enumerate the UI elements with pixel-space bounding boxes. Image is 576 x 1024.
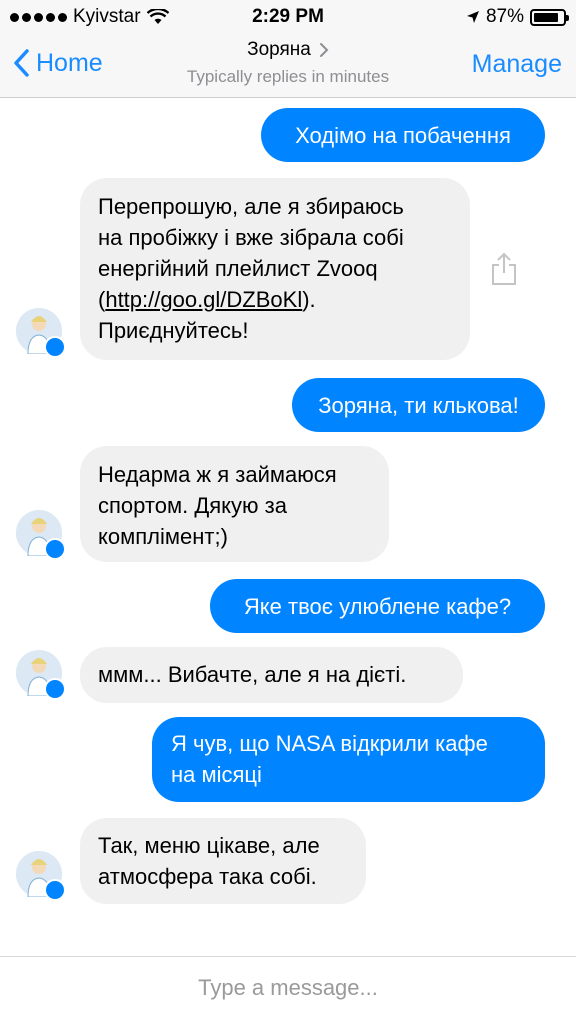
message-composer <box>0 956 576 1024</box>
contact-name: Зоряна <box>247 39 311 60</box>
status-bar: Kyivstar 2:29 PM 87% <box>0 0 576 34</box>
battery-icon <box>530 8 569 26</box>
message-line: на місяці <box>171 762 262 787</box>
message-line: енергійний плейлист Zvooq <box>98 256 378 281</box>
message-line: на пробіжку і вже зібрала собі <box>98 225 404 250</box>
message-line: Недарма ж я займаюся <box>98 462 337 487</box>
incoming-message[interactable]: Перепрошую, але я збираюсь на пробіжку і… <box>80 178 470 360</box>
share-icon[interactable] <box>490 252 518 286</box>
message-line: Перепрошую, але я збираюсь <box>98 194 404 219</box>
outgoing-message[interactable]: Я чув, що NASA відкрили кафе на місяці <box>152 717 545 802</box>
status-right: 87% <box>466 6 569 28</box>
message-text: Ходімо на побачення <box>295 122 511 148</box>
message-line: комплімент;) <box>98 524 228 549</box>
message-line: Приєднуйтесь! <box>98 318 249 343</box>
message-line: атмосфера така собі. <box>98 864 317 889</box>
message-input[interactable] <box>0 975 576 1001</box>
messenger-badge-icon <box>44 879 66 901</box>
message-line: (http://goo.gl/DZBoKl). <box>98 287 316 312</box>
outgoing-message[interactable]: Ходімо на побачення <box>261 108 545 162</box>
battery-percent: 87% <box>485 6 524 27</box>
incoming-message[interactable]: Так, меню цікаве, але атмосфера така соб… <box>80 818 366 904</box>
message-text: Яке твоє улюблене кафе? <box>243 593 512 619</box>
message-line: ммм... Вибачте, але я на дієті. <box>98 662 407 687</box>
incoming-message[interactable]: ммм... Вибачте, але я на дієті. <box>80 647 463 703</box>
chevron-right-icon <box>319 43 329 57</box>
avatar[interactable] <box>16 308 66 358</box>
nav-bar: Home Зоряна Typically replies in minutes… <box>0 34 576 98</box>
location-arrow-icon <box>466 11 479 23</box>
message-line: Так, меню цікаве, але <box>98 833 320 858</box>
avatar[interactable] <box>16 851 66 901</box>
avatar[interactable] <box>16 510 66 560</box>
incoming-message[interactable]: Недарма ж я займаюся спортом. Дякую за к… <box>80 446 389 562</box>
outgoing-message[interactable]: Яке твоє улюблене кафе? <box>210 579 545 633</box>
messenger-badge-icon <box>44 678 66 700</box>
message-line: Я чув, що NASA відкрили кафе <box>171 731 488 756</box>
message-text: Зоряна, ти клькова! <box>318 392 519 418</box>
message-line: спортом. Дякую за <box>98 493 287 518</box>
avatar[interactable] <box>16 650 66 700</box>
manage-button[interactable]: Manage <box>472 50 562 79</box>
messenger-badge-icon <box>44 336 66 358</box>
message-link[interactable]: http://goo.gl/DZBoKl <box>105 287 302 312</box>
outgoing-message[interactable]: Зоряна, ти клькова! <box>292 378 545 432</box>
messenger-badge-icon <box>44 538 66 560</box>
